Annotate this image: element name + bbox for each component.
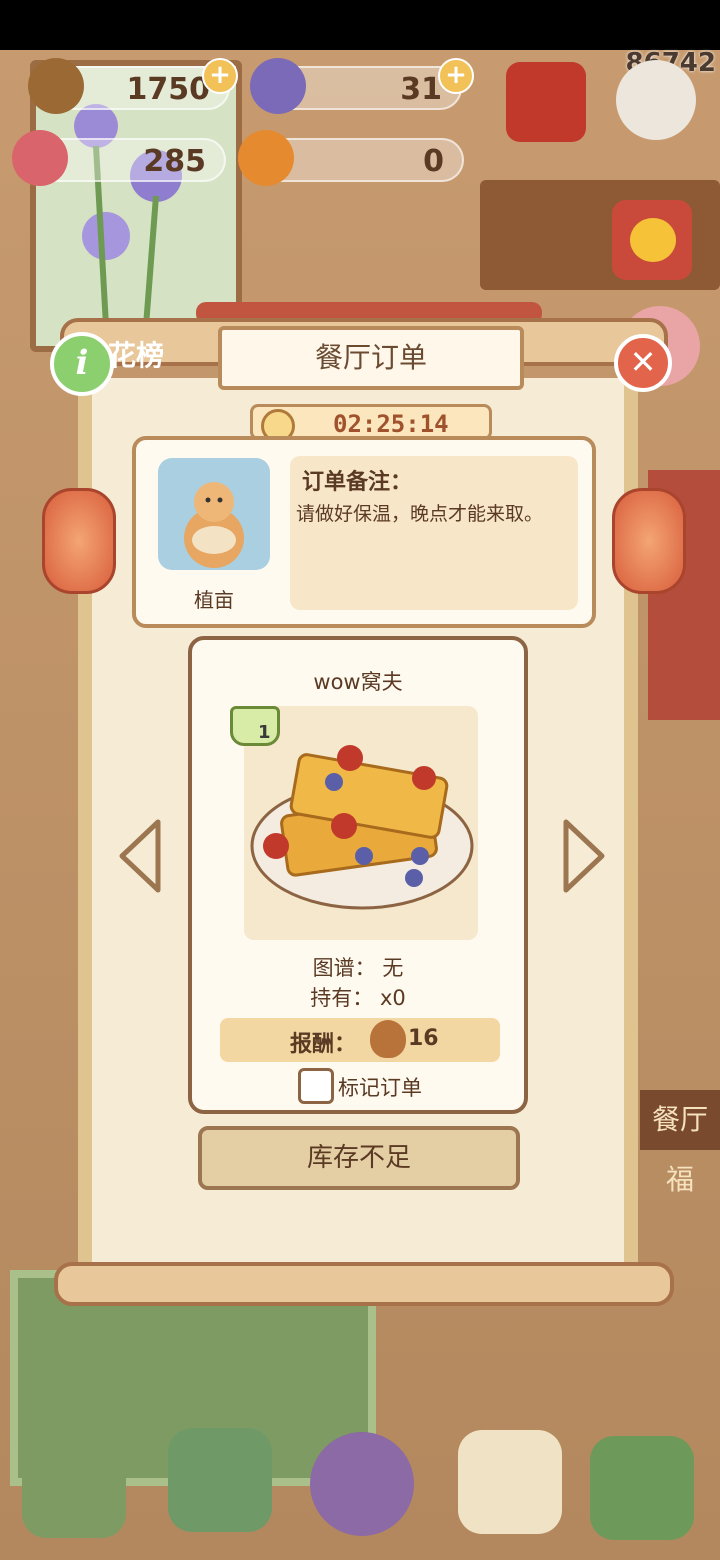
tv-reward-icon[interactable] — [612, 200, 692, 280]
timer-text: 02:25:14 — [333, 410, 449, 438]
map-icon[interactable] — [590, 1436, 694, 1540]
customer-avatar — [158, 458, 270, 570]
reward-label: 报酬： — [290, 1032, 357, 1057]
mark-order-label: 标记订单 — [338, 1076, 422, 1100]
lantern-right-icon — [612, 488, 686, 594]
next-order-arrow-icon[interactable] — [558, 816, 610, 896]
order-card: wow窝夫 1 图谱： 无 持有： x0 报酬： 16 标记订单 — [188, 636, 528, 1114]
status-bar — [0, 0, 720, 50]
info-button[interactable]: i — [50, 332, 114, 396]
red-envelope-icon[interactable] — [506, 62, 586, 142]
friends-icon[interactable] — [310, 1432, 414, 1536]
task-list-icon[interactable] — [458, 1430, 562, 1534]
add-acorn-button[interactable]: + — [202, 58, 238, 94]
gear-icon[interactable] — [616, 60, 696, 140]
gem-value: 31 — [400, 72, 442, 107]
squirrel-icon — [184, 482, 244, 568]
pot-count: 1 — [258, 722, 271, 743]
gem-icon — [250, 58, 306, 114]
orange-icon — [238, 130, 294, 186]
add-gem-button[interactable]: + — [438, 58, 474, 94]
background-label: 花榜 — [108, 339, 165, 372]
lantern-left-icon — [42, 488, 116, 594]
note-text: 请做好保温，晚点才能来取。 — [296, 503, 544, 525]
heart-value: 285 — [143, 144, 206, 179]
scroll-rod-bottom — [54, 1262, 674, 1306]
dish-name: wow窝夫 — [313, 670, 403, 694]
chick-icon — [630, 218, 676, 262]
insufficient-stock-button[interactable]: 库存不足 — [198, 1126, 520, 1190]
customer-card: 植亩 订单备注： 请做好保温，晚点才能来取。 — [132, 436, 596, 628]
order-timer: 02:25:14 — [250, 404, 492, 443]
waffle-icon — [250, 745, 474, 910]
heart-currency[interactable]: 285 — [12, 130, 226, 186]
home-icon[interactable] — [22, 1434, 126, 1538]
dialog-title: 餐厅订单 — [218, 326, 524, 390]
acorn-icon — [28, 58, 84, 114]
order-note: 订单备注： 请做好保温，晚点才能来取。 — [290, 456, 578, 610]
recipe-line: 图谱： 无 — [312, 956, 404, 980]
acorn-icon — [370, 1020, 406, 1058]
reward-bar: 报酬： 16 — [220, 1018, 500, 1062]
background-sign: 餐厅福 — [640, 1090, 720, 1196]
mail-icon[interactable] — [168, 1428, 272, 1532]
mark-order-checkbox[interactable] — [298, 1068, 334, 1104]
reward-value: 16 — [408, 1026, 439, 1051]
heart-icon — [12, 130, 68, 186]
close-button[interactable]: ✕ — [614, 334, 672, 392]
orange-currency[interactable]: 0 — [238, 130, 464, 186]
note-title: 订单备注： — [302, 470, 413, 495]
acorn-value: 1750 — [126, 72, 211, 107]
prev-order-arrow-icon[interactable] — [114, 816, 166, 896]
owned-line: 持有： x0 — [310, 986, 406, 1010]
orange-value: 0 — [423, 144, 444, 179]
gem-currency[interactable]: 31 — [250, 58, 462, 114]
cooking-pot-icon — [230, 706, 280, 746]
customer-name: 植亩 — [194, 588, 234, 612]
dish-image — [244, 706, 478, 940]
